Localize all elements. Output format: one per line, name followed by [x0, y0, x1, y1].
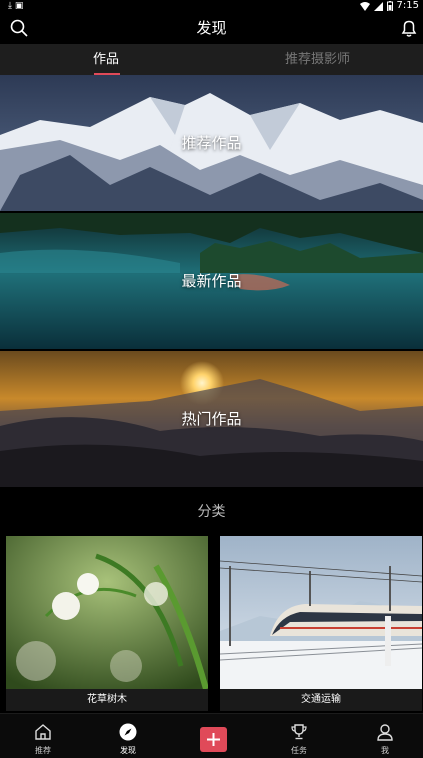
status-right: 7:15	[359, 0, 419, 12]
compass-icon	[119, 723, 137, 741]
category-label-transport: 交通运输	[220, 689, 422, 711]
banner-latest[interactable]: 最新作品	[0, 213, 423, 349]
category-card-plants[interactable]: 花草树木	[6, 536, 208, 711]
category-section-title: 分类	[197, 504, 226, 520]
home-icon	[35, 724, 51, 740]
nav-item-me[interactable]: 我	[355, 714, 415, 758]
nav-label-tasks: 任务	[291, 746, 307, 755]
status-bar: ⤓ ▣ 7:15	[0, 0, 423, 12]
user-icon	[377, 724, 393, 741]
page-title: 发现	[196, 19, 227, 37]
train-image	[220, 536, 422, 689]
search-icon[interactable]	[9, 18, 29, 38]
tab-recommended-photographers[interactable]: 推荐摄影师	[212, 44, 423, 75]
status-time: 7:15	[396, 0, 419, 11]
bottom-nav: 推荐 发现 任务 我	[0, 713, 423, 758]
top-bar: 发现	[0, 12, 423, 44]
bell-icon[interactable]	[399, 18, 419, 38]
tab-bar: 作品 推荐摄影师	[0, 44, 423, 75]
add-button[interactable]	[200, 727, 227, 752]
signal-icon	[373, 1, 383, 11]
banner-popular[interactable]: 热门作品	[0, 351, 423, 487]
banner-label-recommended: 推荐作品	[181, 134, 242, 152]
banner-label-latest: 最新作品	[181, 272, 242, 290]
nav-label-discover: 发现	[120, 746, 136, 755]
banner-label-popular: 热门作品	[181, 410, 242, 428]
nav-item-tasks[interactable]: 任务	[269, 714, 329, 758]
nav-item-discover[interactable]: 发现	[98, 714, 158, 758]
nav-label-me: 我	[381, 746, 389, 755]
battery-icon	[386, 1, 393, 11]
banner-recommended[interactable]: 推荐作品	[0, 75, 423, 211]
tab-works[interactable]: 作品	[0, 44, 212, 75]
nav-label-recommend: 推荐	[35, 746, 51, 755]
flower-image	[6, 536, 208, 689]
category-label-plants: 花草树木	[6, 689, 208, 711]
trophy-icon	[291, 724, 307, 740]
category-card-transport[interactable]: 交通运输	[220, 536, 422, 711]
nav-item-recommend[interactable]: 推荐	[13, 714, 73, 758]
wifi-icon	[359, 1, 370, 11]
status-left-icons: ⤓ ▣	[8, 1, 24, 11]
plus-icon	[207, 733, 220, 746]
